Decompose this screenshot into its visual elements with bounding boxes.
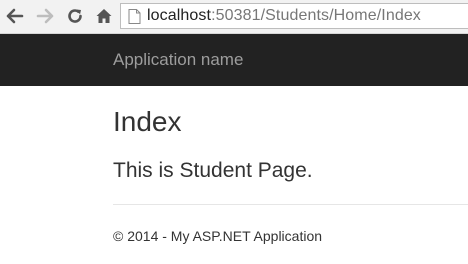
address-bar[interactable]: localhost:50381/Students/Home/Index: [120, 3, 468, 29]
back-arrow-icon: [6, 8, 24, 24]
browser-toolbar: localhost:50381/Students/Home/Index: [0, 0, 468, 34]
url-path: :50381/Students/Home/Index: [211, 7, 421, 24]
back-button[interactable]: [4, 5, 26, 27]
page-icon: [127, 8, 141, 24]
page-text: This is Student Page.: [113, 159, 313, 182]
url-text[interactable]: localhost:50381/Students/Home/Index: [147, 7, 421, 25]
forward-arrow-icon: [36, 8, 54, 24]
brand-link[interactable]: Application name: [113, 50, 243, 70]
footer-text: © 2014 - My ASP.NET Application: [113, 228, 323, 244]
url-host: localhost: [147, 7, 212, 24]
home-icon: [96, 9, 112, 23]
divider: [113, 204, 468, 205]
page-title: Index: [113, 106, 182, 137]
home-button[interactable]: [93, 5, 115, 27]
reload-button[interactable]: [64, 5, 86, 27]
reload-icon: [68, 9, 82, 23]
navbar: Application name: [0, 34, 468, 86]
forward-button[interactable]: [34, 5, 56, 27]
